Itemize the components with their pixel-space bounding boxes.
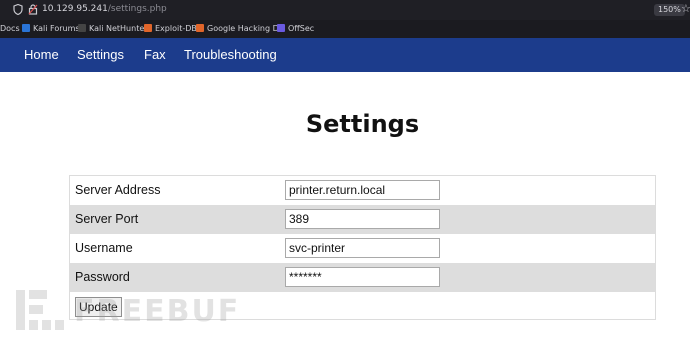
kali-dragon-icon: [22, 24, 30, 32]
freebuf-watermark: FREEBUF: [16, 290, 238, 330]
bookmark-exploit-db[interactable]: Exploit-DB: [144, 23, 197, 35]
form-row-username: Username: [70, 234, 655, 263]
form-row-server-port: Server Port: [70, 205, 655, 234]
server-port-label: Server Port: [75, 212, 139, 226]
page-title: Settings: [305, 110, 420, 138]
browser-url-bar[interactable]: 10.129.95.241/settings.php 150% ☆: [0, 0, 690, 21]
url-text[interactable]: 10.129.95.241/settings.php: [42, 4, 167, 14]
server-address-label: Server Address: [75, 183, 161, 197]
bookmark-star-icon[interactable]: ☆: [681, 2, 690, 15]
exploit-db-icon: [144, 24, 152, 32]
form-row-server-address: Server Address: [70, 176, 655, 205]
bookmark-label: Exploit-DB: [155, 24, 197, 33]
shield-icon[interactable]: [12, 3, 24, 16]
url-host: 10.129.95.241: [42, 4, 108, 14]
watermark-text: FREEBUF: [74, 294, 241, 329]
bookmark-docs[interactable]: Docs: [0, 23, 20, 35]
form-row-password: Password: [70, 263, 655, 292]
server-port-input[interactable]: [285, 209, 440, 229]
bookmark-kali-forums[interactable]: Kali Forums: [22, 23, 80, 35]
nav-settings[interactable]: Settings: [77, 47, 124, 62]
insecure-lock-icon[interactable]: [27, 4, 39, 16]
nethunter-icon: [78, 24, 86, 32]
bookmark-offsec[interactable]: OffSec: [277, 23, 314, 35]
bookmark-google-hacking-db[interactable]: Google Hacking DB: [196, 23, 284, 35]
password-label: Password: [75, 270, 130, 284]
ghdb-icon: [196, 24, 204, 32]
bookmark-label: Kali Forums: [33, 24, 80, 33]
username-label: Username: [75, 241, 133, 255]
password-input[interactable]: [285, 267, 440, 287]
bookmarks-bar: Docs Kali Forums Kali NetHunter Exploit-…: [0, 20, 690, 39]
bookmark-label: OffSec: [288, 24, 315, 33]
nav-home[interactable]: Home: [24, 47, 59, 62]
server-address-input[interactable]: [285, 180, 440, 200]
nav-troubleshooting[interactable]: Troubleshooting: [184, 47, 277, 62]
username-input[interactable]: [285, 238, 440, 258]
bookmark-kali-nethunter[interactable]: Kali NetHunter: [78, 23, 148, 35]
top-navbar: Home Settings Fax Troubleshooting: [0, 38, 690, 72]
bookmark-label: Kali NetHunter: [89, 24, 148, 33]
url-path: /settings.php: [107, 4, 167, 14]
bookmark-label: Google Hacking DB: [207, 24, 285, 33]
nav-fax[interactable]: Fax: [144, 47, 166, 62]
offsec-icon: [277, 24, 285, 32]
freebuf-logo-icon: [16, 290, 64, 330]
bookmark-label: Docs: [0, 24, 20, 33]
